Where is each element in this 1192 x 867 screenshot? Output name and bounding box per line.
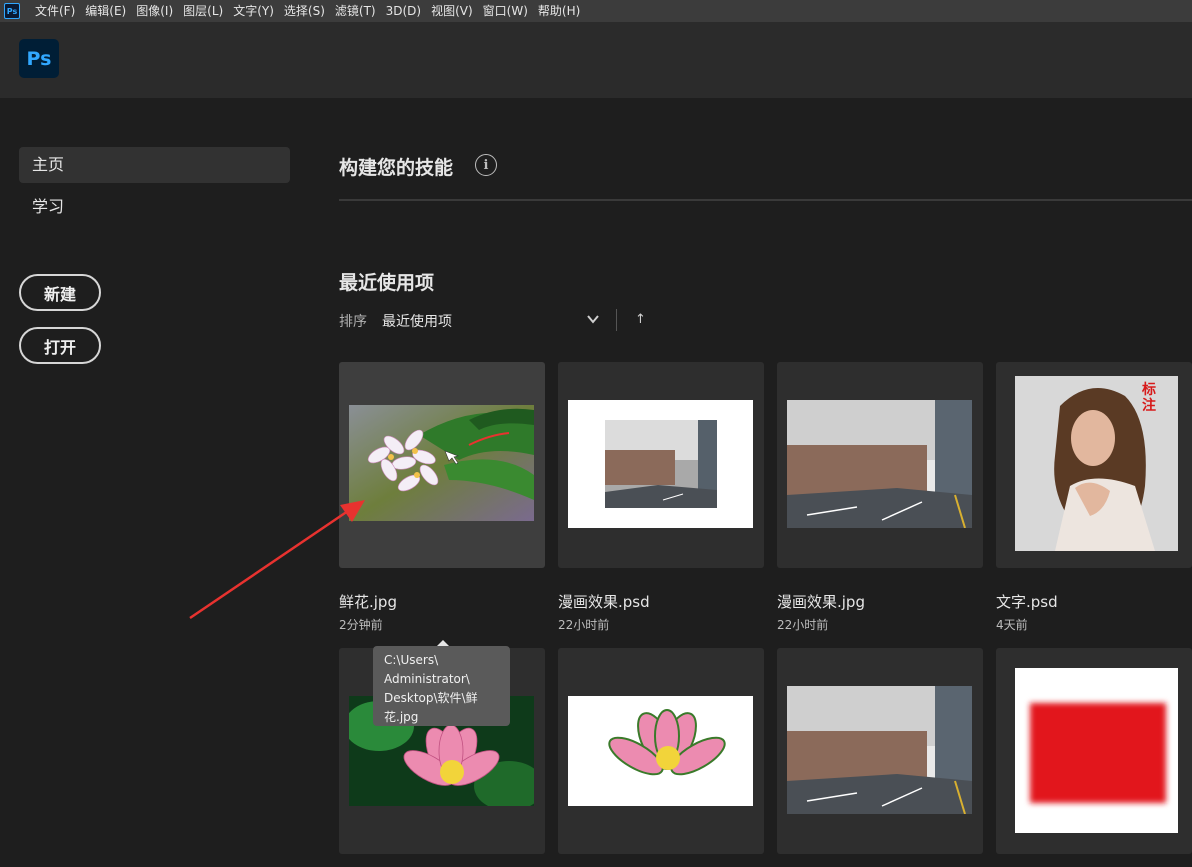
photoshop-mini-icon[interactable]: Ps — [4, 3, 20, 19]
file-time: 4天前 — [996, 618, 1028, 632]
new-button[interactable]: 新建 — [19, 274, 101, 311]
menu-filter[interactable]: 滤镜(T) — [330, 0, 381, 22]
photoshop-logo[interactable]: Ps — [19, 39, 59, 78]
file-name[interactable]: 漫画效果.psd — [558, 591, 650, 612]
chevron-down-icon[interactable] — [586, 312, 600, 326]
file-time: 22小时前 — [777, 618, 829, 632]
menu-help[interactable]: 帮助(H) — [533, 0, 585, 22]
menu-type[interactable]: 文字(Y) — [228, 0, 279, 22]
skills-title: 构建您的技能 — [339, 157, 454, 179]
sidebar: 主页 学习 新建 打开 — [0, 98, 310, 867]
flower-photo-thumbnail — [349, 405, 534, 521]
sort-direction-icon[interactable]: ↑ — [635, 312, 646, 327]
street-photo-on-white-thumbnail — [568, 400, 753, 528]
info-icon[interactable]: i — [475, 154, 497, 176]
file-time: 22小时前 — [558, 618, 610, 632]
recent-file-card[interactable]: 标 注 — [996, 362, 1192, 568]
recent-file-card[interactable] — [777, 362, 983, 568]
file-path-tooltip: C:\Users\ Administrator\ Desktop\软件\鲜 花.… — [373, 646, 510, 726]
lotus-cutout-thumbnail — [568, 696, 753, 806]
street-photo-thumbnail — [787, 686, 972, 814]
recent-file-card[interactable] — [996, 648, 1192, 854]
sidebar-item-home[interactable]: 主页 — [19, 147, 290, 183]
app-header: Ps — [0, 22, 1192, 98]
portrait-stamp-text: 注 — [1142, 397, 1156, 414]
tooltip-line: Desktop\软件\鲜 — [384, 691, 478, 705]
sort-dropdown[interactable]: 最近使用项 — [382, 311, 452, 331]
sort-separator — [616, 309, 617, 331]
portrait-stamp-text: 标 — [1141, 381, 1156, 398]
menu-select[interactable]: 选择(S) — [279, 0, 330, 22]
tooltip-line: Administrator\ — [384, 672, 470, 686]
menu-edit[interactable]: 编辑(E) — [80, 0, 131, 22]
recent-file-card[interactable] — [777, 648, 983, 854]
tooltip-line: C:\Users\ — [384, 653, 439, 667]
recent-file-card[interactable] — [558, 648, 764, 854]
menu-image[interactable]: 图像(I) — [131, 0, 178, 22]
recent-title: 最近使用项 — [339, 272, 435, 294]
sidebar-item-learn[interactable]: 学习 — [19, 189, 290, 225]
tooltip-line: 花.jpg — [384, 710, 419, 724]
file-name[interactable]: 漫画效果.jpg — [777, 591, 865, 612]
street-photo-thumbnail — [787, 400, 972, 528]
portrait-photo-thumbnail: 标 注 — [1015, 376, 1178, 551]
menu-layer[interactable]: 图层(L) — [178, 0, 228, 22]
file-name[interactable]: 文字.psd — [996, 591, 1058, 612]
recent-file-card[interactable] — [558, 362, 764, 568]
sort-label: 排序 — [339, 314, 367, 330]
menu-bar: Ps 文件(F) 编辑(E) 图像(I) 图层(L) 文字(Y) 选择(S) 滤… — [0, 0, 1192, 22]
open-button[interactable]: 打开 — [19, 327, 101, 364]
menu-file[interactable]: 文件(F) — [30, 0, 80, 22]
red-square-thumbnail — [1015, 668, 1178, 833]
menu-view[interactable]: 视图(V) — [426, 0, 478, 22]
annotation-arrow-icon — [189, 500, 365, 620]
menu-window[interactable]: 窗口(W) — [478, 0, 533, 22]
section-divider — [339, 199, 1192, 201]
menu-3d[interactable]: 3D(D) — [381, 0, 426, 22]
